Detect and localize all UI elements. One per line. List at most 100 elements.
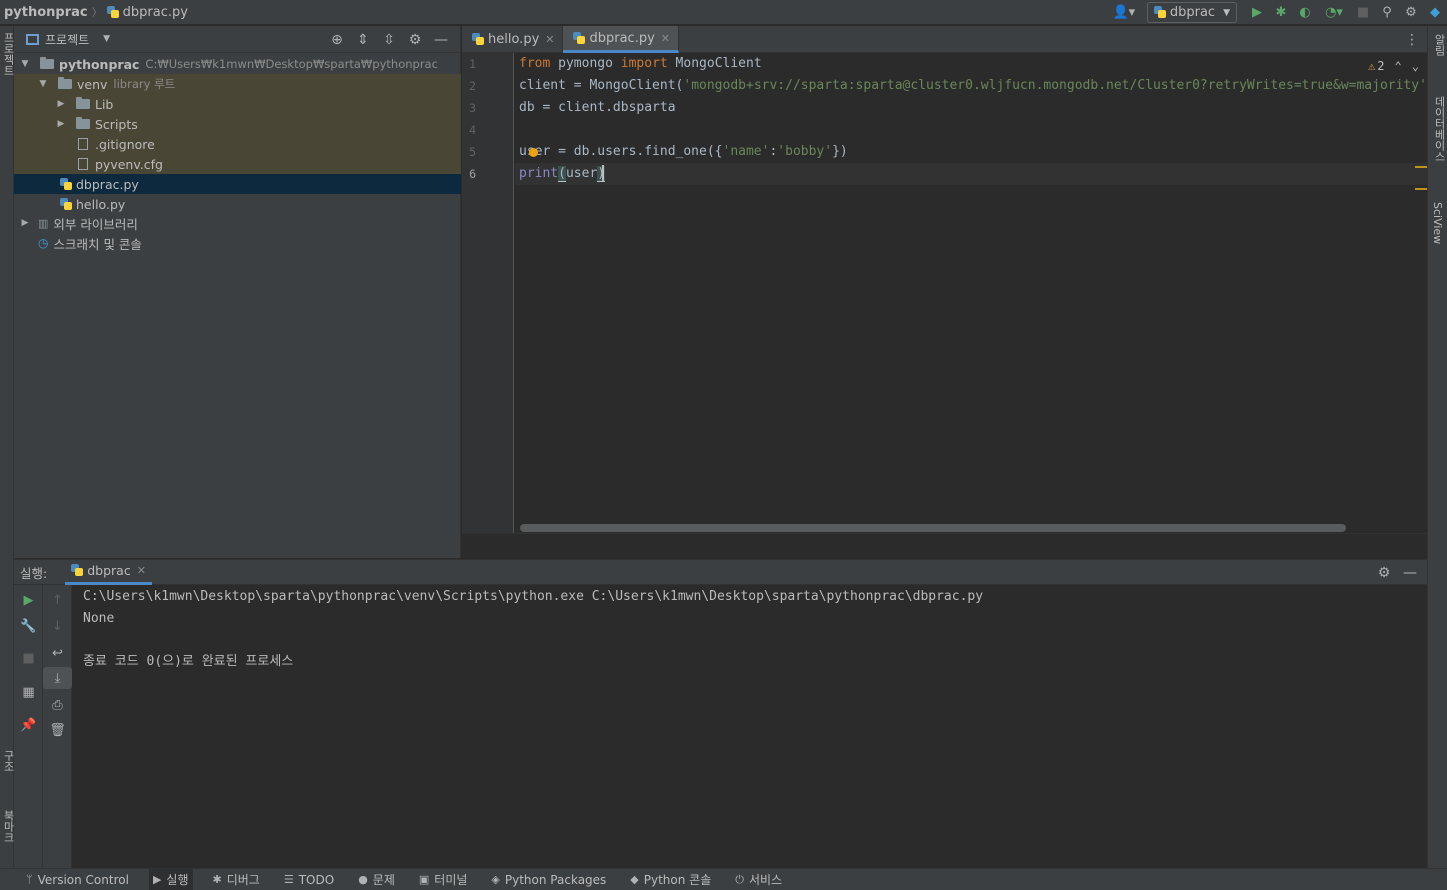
soft-wrap-icon[interactable]: ↩ xyxy=(43,642,72,664)
tool-terminal[interactable]: ▣ 터미널 xyxy=(415,869,472,890)
expand-all-icon[interactable]: ⇕ xyxy=(350,32,376,48)
tool-python-console[interactable]: ◆ Python 콘솔 xyxy=(626,869,715,890)
tool-run[interactable]: ▶ 실행 xyxy=(148,868,193,890)
code-with-me-icon[interactable]: ◆ xyxy=(1423,0,1447,25)
coverage-icon[interactable]: ◐ xyxy=(1293,0,1317,25)
next-highlight-icon[interactable]: ⌄ xyxy=(1412,59,1419,73)
project-panel-title[interactable]: 프로젝트 xyxy=(45,31,89,48)
current-line-highlight xyxy=(515,163,1427,185)
line-number: 6 xyxy=(469,167,476,181)
run-panel-tools: ⚙ — xyxy=(1371,560,1423,586)
print-icon[interactable]: ⎙ xyxy=(43,694,72,716)
more-vertical-icon[interactable]: ⋮ xyxy=(1405,26,1419,53)
layout-icon[interactable]: ▦ xyxy=(14,681,43,703)
rerun-icon[interactable]: ▶ xyxy=(14,589,43,611)
tree-item-gitignore[interactable]: .gitignore xyxy=(14,134,461,154)
search-icon[interactable]: ⚲ xyxy=(1375,0,1399,25)
pin-icon[interactable]: 📌 xyxy=(14,714,43,736)
tool-todo[interactable]: ☰ TODO xyxy=(280,869,338,890)
tree-item-scripts[interactable]: ▶ Scripts xyxy=(14,114,461,134)
python-file-icon xyxy=(60,197,73,211)
tool-services[interactable]: ⏻ 서비스 xyxy=(731,869,786,890)
stop-icon[interactable]: ■ xyxy=(14,647,43,669)
locate-icon[interactable]: ⊕ xyxy=(324,32,350,48)
gear-icon[interactable]: ⚙ xyxy=(1371,565,1397,581)
project-view-icon xyxy=(26,33,39,45)
tab-label: hello.py xyxy=(488,32,540,47)
lightbulb-icon[interactable] xyxy=(529,148,538,157)
tab-hello-py[interactable]: hello.py ✕ xyxy=(462,26,564,53)
inspection-widget[interactable]: ⚠ 2 ⌃ ⌄ xyxy=(1368,59,1419,73)
tool-label: Python 콘솔 xyxy=(643,873,712,887)
run-icon[interactable]: ▶ xyxy=(1245,0,1269,25)
project-panel: 프로젝트 ▼ ⊕ ⇕ ⇳ ⚙ — ▼ pythonprac C:₩Users₩k… xyxy=(14,26,461,558)
tree-item-label: Lib xyxy=(95,96,114,112)
warning-marker[interactable] xyxy=(1415,188,1427,190)
warning-icon: ⚠ xyxy=(1368,59,1376,73)
run-config-select[interactable]: dbprac ▼ xyxy=(1146,2,1237,23)
sciview-tool-tab[interactable]: SciView xyxy=(1431,202,1444,244)
collapse-all-icon[interactable]: ⇳ xyxy=(376,32,402,48)
chevron-right-icon[interactable]: ▶ xyxy=(54,119,68,129)
tree-item-label: pythonprac xyxy=(59,56,140,72)
tree-item-label: dbprac.py xyxy=(76,176,139,192)
tree-item-label: 외부 라이브러리 xyxy=(53,216,138,232)
tree-item-venv[interactable]: ▼ venv library 루트 xyxy=(14,74,461,94)
tree-item-hello[interactable]: hello.py xyxy=(14,194,461,214)
tree-item-dbprac[interactable]: dbprac.py xyxy=(14,174,461,194)
chevron-down-icon[interactable]: ▼ xyxy=(103,34,110,44)
tool-problems[interactable]: ● 문제 xyxy=(354,869,399,890)
code-editor[interactable]: from pymongo import MongoClient client =… xyxy=(515,53,1427,533)
gear-icon[interactable]: ⚙ xyxy=(1399,0,1423,25)
notifications-tool-tab[interactable]: 알림 xyxy=(1431,34,1447,56)
arrow-down-icon[interactable]: ↓ xyxy=(43,615,72,637)
tree-item-external-libraries[interactable]: ▶ ▥ 외부 라이브러리 xyxy=(14,213,461,233)
close-icon[interactable]: ✕ xyxy=(137,564,146,577)
tool-label: Version Control xyxy=(37,872,129,887)
hide-icon[interactable]: — xyxy=(428,32,454,48)
tool-label: 문제 xyxy=(372,873,395,887)
breadcrumb-separator: 〉 xyxy=(91,6,103,19)
tree-item-pyvenv-cfg[interactable]: pyvenv.cfg xyxy=(14,154,461,174)
close-icon[interactable]: ✕ xyxy=(661,32,670,45)
breadcrumb-file[interactable]: dbprac.py xyxy=(106,5,188,20)
debug-icon[interactable]: ✱ xyxy=(1269,0,1293,25)
services-icon: ⏻ xyxy=(735,872,744,886)
tool-debug[interactable]: ✱ 디버그 xyxy=(209,869,264,890)
previous-highlight-icon[interactable]: ⌃ xyxy=(1395,59,1402,73)
wrench-icon[interactable]: 🔧 xyxy=(14,615,43,637)
hide-icon[interactable]: — xyxy=(1397,565,1423,581)
profile-icon[interactable]: ◔▾ xyxy=(1317,0,1351,25)
tool-version-control[interactable]: ᛘ Version Control xyxy=(22,869,133,890)
stop-icon[interactable]: ■ xyxy=(1351,0,1375,25)
chevron-right-icon[interactable]: ▶ xyxy=(54,99,68,109)
tree-item-scratches[interactable]: ◷ 스크래치 및 콘솔 xyxy=(14,233,461,253)
console-output[interactable]: C:\Users\k1mwn\Desktop\sparta\pythonprac… xyxy=(72,585,1427,868)
warning-marker[interactable] xyxy=(1415,166,1427,168)
tool-python-packages[interactable]: ◈ Python Packages xyxy=(487,869,610,890)
python-file-icon xyxy=(71,564,84,577)
libraries-icon: ▥ xyxy=(38,216,49,230)
run-tab-dbprac[interactable]: dbprac ✕ xyxy=(65,560,152,585)
breadcrumb-project[interactable]: pythonprac xyxy=(0,5,88,20)
database-tool-tab[interactable]: 데이터베이스 xyxy=(1431,96,1447,162)
arrow-up-icon[interactable]: ↑ xyxy=(43,589,72,611)
python-file-icon xyxy=(60,177,73,191)
console-line: C:\Users\k1mwn\Desktop\sparta\pythonprac… xyxy=(83,589,984,604)
trash-icon[interactable]: 🗑 xyxy=(43,719,72,741)
chevron-down-icon[interactable]: ▼ xyxy=(18,59,32,69)
tree-item-pythonprac[interactable]: ▼ pythonprac C:₩Users₩k1mwn₩Desktop₩spar… xyxy=(14,54,461,74)
gear-icon[interactable]: ⚙ xyxy=(402,32,428,48)
run-panel-header: 실행: dbprac ✕ ⚙ — xyxy=(14,559,1427,585)
toolbar-right: 👤▾ dbprac ▼ ▶ ✱ ◐ ◔▾ ■ ⚲ ⚙ ◆ xyxy=(1109,0,1447,25)
chevron-right-icon[interactable]: ▶ xyxy=(18,218,32,228)
close-icon[interactable]: ✕ xyxy=(545,33,554,46)
horizontal-scrollbar[interactable] xyxy=(520,524,1346,532)
editor-tab-bar: hello.py ✕ dbprac.py ✕ ⋮ xyxy=(462,26,1427,53)
tree-item-lib[interactable]: ▶ Lib xyxy=(14,94,461,114)
tab-dbprac-py[interactable]: dbprac.py ✕ xyxy=(563,26,679,53)
python-file-icon xyxy=(106,5,120,19)
user-icon[interactable]: 👤▾ xyxy=(1109,0,1139,25)
chevron-down-icon[interactable]: ▼ xyxy=(36,79,50,89)
scroll-to-end-icon[interactable]: ⤓ xyxy=(43,667,72,689)
